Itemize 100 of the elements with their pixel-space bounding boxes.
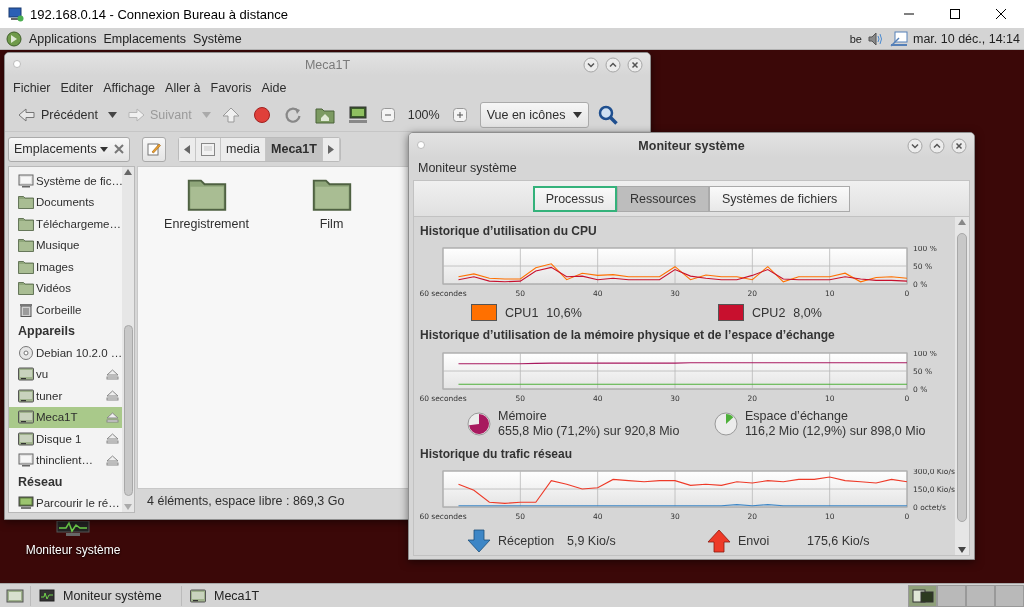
file-name[interactable]: Enregistrement <box>164 217 249 231</box>
scroll-up-icon[interactable] <box>958 219 966 225</box>
sidebar-item[interactable]: Parcourir le ré… <box>9 492 122 512</box>
drive-icon <box>18 388 34 403</box>
sidebar-item[interactable]: Documents <box>9 191 122 213</box>
desktop-icon-label[interactable]: Moniteur système <box>25 543 121 557</box>
sidebar-item[interactable]: Disque 1 <box>9 428 122 450</box>
drive-icon <box>18 431 34 446</box>
tab[interactable]: Processus <box>532 185 617 212</box>
scroll-down-icon[interactable] <box>958 547 966 553</box>
caret-icon[interactable] <box>108 112 117 118</box>
menu-item[interactable]: Aller à <box>165 80 201 95</box>
menu-item[interactable]: Affichage <box>103 80 156 95</box>
folder-icon <box>18 259 34 274</box>
legend-label: Mémoire <box>498 409 548 423</box>
menu-item[interactable]: Moniteur système <box>418 161 517 175</box>
sidebar-item[interactable]: Vidéos <box>9 277 122 299</box>
minimize-icon[interactable] <box>907 137 923 154</box>
caret-icon <box>99 146 108 152</box>
workspace[interactable] <box>908 584 937 607</box>
panel-menu[interactable]: Emplacements <box>103 31 187 46</box>
sidebar-item[interactable]: Téléchargeme… <box>9 213 122 235</box>
speaker-icon[interactable] <box>867 30 885 47</box>
menu-item[interactable]: Fichier <box>13 80 51 95</box>
sidebar-item[interactable]: Système de fic… <box>9 170 122 192</box>
view-dropdown[interactable]: Vue en icônes <box>479 102 590 128</box>
computer-icon <box>18 453 34 468</box>
sidebar-item[interactable]: Meca1T <box>9 406 122 428</box>
left-arrow-icon[interactable] <box>184 144 190 154</box>
minimize-icon[interactable] <box>583 56 599 73</box>
tab[interactable]: Systèmes de fichiers <box>709 185 851 212</box>
zoom-in-icon[interactable] <box>452 108 467 122</box>
color-swatch[interactable] <box>718 304 744 321</box>
back-arrow-icon <box>18 107 36 123</box>
scrollbar-thumb[interactable] <box>123 325 133 496</box>
menu-item[interactable]: Aide <box>261 80 287 95</box>
path-segment[interactable]: media <box>221 137 267 161</box>
legend-value: 655,8 Mio (71,2%) sur 920,8 Mio <box>498 424 680 438</box>
scrollbar-thumb[interactable] <box>957 233 967 522</box>
reload-icon[interactable] <box>283 106 302 124</box>
zoom-out-icon[interactable] <box>380 108 395 122</box>
eject-icon[interactable] <box>106 433 119 445</box>
scroll-up-icon[interactable] <box>124 169 132 175</box>
clock[interactable]: mar. 10 déc., 14:14 <box>913 31 1020 46</box>
menu-item[interactable]: Editer <box>60 80 94 95</box>
trash-icon <box>18 302 34 317</box>
window-title: Meca1T <box>304 57 351 72</box>
remote-desktop-icon <box>8 6 24 22</box>
sidebar-heading: Réseau <box>17 473 64 491</box>
right-arrow-icon[interactable] <box>327 144 334 154</box>
back-button[interactable]: Précédent <box>13 101 103 129</box>
edit-icon <box>147 142 161 156</box>
show-desktop-icon[interactable] <box>6 587 24 604</box>
eject-icon[interactable] <box>106 368 119 380</box>
sidebar-item[interactable]: Musique <box>9 234 122 256</box>
taskbar-button[interactable]: Moniteur système <box>30 585 175 606</box>
forward-arrow-icon <box>127 107 145 123</box>
home-folder-icon[interactable] <box>314 106 335 124</box>
maximize-icon[interactable] <box>949 8 961 20</box>
computer-icon[interactable] <box>347 106 368 124</box>
folder-icon <box>18 238 34 253</box>
color-swatch[interactable] <box>471 304 497 321</box>
drive-icon <box>18 367 34 382</box>
stop-icon[interactable] <box>252 106 271 124</box>
network-icon[interactable] <box>890 30 908 47</box>
folder-icon <box>18 195 34 210</box>
window-title: Moniteur système <box>638 138 745 153</box>
legend-label: Espace d’échange <box>745 409 849 423</box>
close-icon[interactable] <box>951 137 967 154</box>
edit-location-button[interactable] <box>142 136 166 162</box>
eject-icon[interactable] <box>106 411 119 423</box>
sidebar-item[interactable]: thinclient… <box>9 449 122 471</box>
legend-value: 8,0% <box>793 305 822 320</box>
keyboard-layout[interactable]: be <box>849 32 862 45</box>
sidebar-item[interactable]: tuner <box>9 385 122 407</box>
eject-icon[interactable] <box>106 390 119 402</box>
close-icon[interactable] <box>995 8 1007 20</box>
window-menu-icon[interactable] <box>416 139 426 150</box>
sidebar-item[interactable]: Corbeille <box>9 299 122 321</box>
sidebar-heading: Appareils <box>17 323 76 341</box>
sidebar-item[interactable]: Debian 10.2.0 … <box>9 342 122 364</box>
eject-icon[interactable] <box>106 454 119 466</box>
panel-menu[interactable]: Système <box>193 31 242 46</box>
logo-icon[interactable] <box>6 30 22 47</box>
sidebar-item[interactable]: Images <box>9 256 122 278</box>
tab[interactable]: Ressources <box>617 185 709 212</box>
section-heading: Historique d’utilisation du CPU <box>420 224 597 238</box>
path-segment[interactable]: Meca1T <box>266 137 323 161</box>
file-name[interactable]: Film <box>319 217 344 231</box>
legend-label: Envoi <box>738 534 771 548</box>
zoom-level: 100% <box>406 108 441 122</box>
up-arrow-icon[interactable] <box>221 106 240 124</box>
taskbar-button[interactable]: Meca1T <box>181 585 273 606</box>
window-menu-icon[interactable] <box>12 58 22 69</box>
search-icon[interactable] <box>598 105 619 125</box>
menu-item[interactable]: Favoris <box>210 80 252 95</box>
legend-label: CPU2 <box>752 305 786 320</box>
panel-menu[interactable]: Applications <box>29 31 97 46</box>
close-icon[interactable] <box>627 56 643 73</box>
sidebar-item[interactable]: vu <box>9 363 122 385</box>
